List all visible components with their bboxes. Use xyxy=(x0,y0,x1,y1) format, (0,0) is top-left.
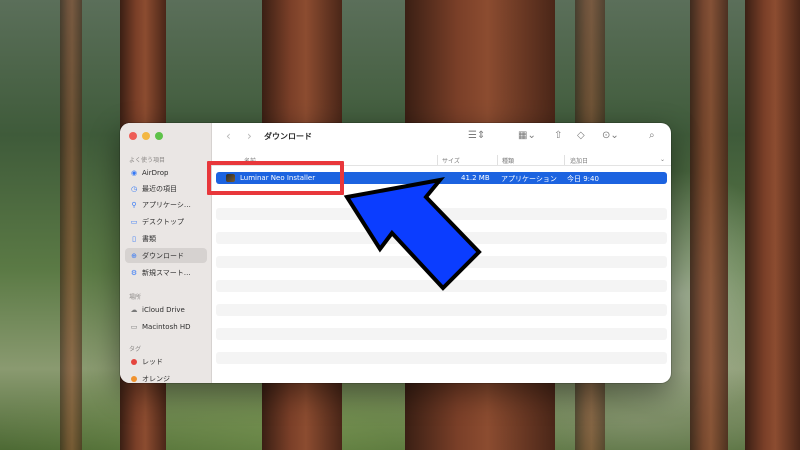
close-button[interactable] xyxy=(129,132,137,140)
finder-sidebar: よく使う項目 ◉ AirDrop ◷ 最近の項目 ⚲ アプリケーシ… ▭ デスク… xyxy=(120,123,212,383)
more-icon[interactable]: ⊙⌄ xyxy=(602,130,619,141)
file-kind: アプリケーション xyxy=(501,175,557,183)
desktop-icon: ▭ xyxy=(130,217,138,226)
window-title: ダウンロード xyxy=(264,132,312,141)
tree-trunk xyxy=(60,0,82,450)
column-header-size[interactable]: サイズ xyxy=(442,156,460,165)
sidebar-item-label: オレンジ xyxy=(142,374,170,383)
column-header-kind[interactable]: 種類 xyxy=(502,156,514,165)
sidebar-item-airdrop[interactable]: ◉ AirDrop xyxy=(125,165,207,180)
chevron-down-icon[interactable]: ⌄ xyxy=(660,156,665,163)
file-date-added: 今日 9:40 xyxy=(567,175,599,183)
applications-icon: ⚲ xyxy=(131,200,137,209)
cloud-icon: ☁ xyxy=(130,305,138,314)
sidebar-item-label: 新規スマート… xyxy=(142,268,191,277)
sidebar-item-documents[interactable]: ▯ 書類 xyxy=(125,231,207,246)
sidebar-item-label: レッド xyxy=(142,357,163,366)
locations-section-label: 場所 xyxy=(129,294,142,301)
download-icon: ⊕ xyxy=(131,251,137,260)
sidebar-item-downloads[interactable]: ⊕ ダウンロード xyxy=(125,248,207,263)
sidebar-item-label: 最近の項目 xyxy=(142,184,177,193)
window-controls xyxy=(129,132,163,140)
search-icon[interactable]: ⌕ xyxy=(649,130,655,141)
orange-tag-dot-icon xyxy=(131,375,137,382)
sidebar-item-recents[interactable]: ◷ 最近の項目 xyxy=(125,181,207,196)
sidebar-item-tag-red[interactable]: レッド xyxy=(125,354,207,369)
smart-folder-icon: ⚙ xyxy=(130,268,138,277)
empty-row xyxy=(216,304,667,316)
chevron-left-icon[interactable]: ‹ xyxy=(226,129,231,143)
sidebar-item-desktop[interactable]: ▭ デスクトップ xyxy=(125,214,207,229)
zoom-button[interactable] xyxy=(155,132,163,140)
sidebar-item-macintosh-hd[interactable]: ▭ Macintosh HD xyxy=(125,319,207,334)
sidebar-item-icloud[interactable]: ☁ iCloud Drive xyxy=(125,302,207,317)
tree-trunk xyxy=(745,0,800,450)
highlight-box xyxy=(207,161,344,195)
tree-trunk xyxy=(690,0,728,450)
finder-toolbar: ‹ › ダウンロード ☰⇕ ▦⌄ ⇧ ◇ ⊙⌄ ⌕ xyxy=(212,123,671,151)
sidebar-item-label: デスクトップ xyxy=(142,217,184,226)
sidebar-item-tag-orange[interactable]: オレンジ xyxy=(125,371,207,383)
tags-section-label: タグ xyxy=(129,346,142,353)
list-view-icon[interactable]: ☰⇕ xyxy=(468,130,485,141)
sidebar-item-smart-folder[interactable]: ⚙ 新規スマート… xyxy=(125,265,207,280)
red-tag-dot-icon xyxy=(131,358,137,365)
favorites-section-label: よく使う項目 xyxy=(129,157,166,164)
sidebar-item-applications[interactable]: ⚲ アプリケーシ… xyxy=(125,197,207,212)
empty-row xyxy=(216,352,667,364)
sidebar-item-label: 書類 xyxy=(142,234,156,243)
empty-row xyxy=(216,328,667,340)
tag-icon[interactable]: ◇ xyxy=(577,130,585,141)
sidebar-item-label: ダウンロード xyxy=(142,251,184,260)
chevron-right-icon[interactable]: › xyxy=(247,129,252,143)
disk-icon: ▭ xyxy=(130,322,138,331)
pointer-arrow-icon xyxy=(343,177,482,291)
sidebar-item-label: Macintosh HD xyxy=(142,322,191,331)
airdrop-icon: ◉ xyxy=(130,168,138,177)
document-icon: ▯ xyxy=(132,234,136,243)
clock-icon: ◷ xyxy=(130,184,138,193)
sidebar-item-label: iCloud Drive xyxy=(142,305,185,314)
sidebar-item-label: アプリケーシ… xyxy=(142,200,191,209)
group-icon[interactable]: ▦⌄ xyxy=(518,130,536,141)
sidebar-item-label: AirDrop xyxy=(142,168,169,177)
minimize-button[interactable] xyxy=(142,132,150,140)
share-icon[interactable]: ⇧ xyxy=(554,130,562,141)
column-header-date-added[interactable]: 追加日 xyxy=(570,156,588,165)
